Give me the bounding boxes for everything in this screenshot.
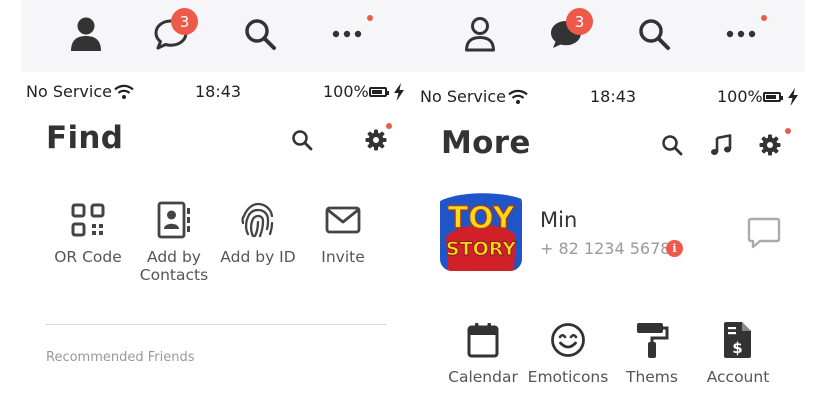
recommended-friends-heading: Recommended Friends — [46, 350, 195, 365]
settings-notification-dot — [785, 128, 791, 134]
music-note-icon — [711, 134, 732, 155]
tab-more[interactable] — [719, 12, 767, 56]
account-button[interactable]: $ Account — [693, 320, 783, 386]
add-by-contacts-button[interactable]: Add by Contacts — [129, 200, 219, 284]
avatar-image: TOY STORY — [440, 191, 522, 271]
avatar-logo-bottom: STORY — [446, 238, 516, 260]
wifi-icon — [114, 84, 134, 99]
clock-text: 18:43 — [195, 82, 242, 101]
search-icon — [662, 135, 683, 156]
contacts-icon — [157, 201, 190, 239]
menu-label: Thems — [625, 368, 678, 386]
status-bar: No Service 18:43 100% — [413, 87, 805, 109]
tab-chats[interactable]: 3 — [544, 8, 593, 56]
top-tab-bar: 3 — [413, 0, 805, 72]
more-notification-dot — [367, 15, 373, 21]
header-search-button[interactable] — [288, 126, 316, 154]
tab-chats[interactable]: 3 — [149, 8, 198, 56]
action-label: OR Code — [54, 248, 122, 266]
page-title: More — [441, 125, 531, 161]
more-screen: 3 No Service 18:43 100% More TOY STORY M… — [413, 0, 805, 413]
paint-roller-icon — [637, 323, 669, 358]
header-music-button[interactable] — [707, 131, 735, 159]
find-screen: 3 No Service 18:43 100% Find OR Code Add… — [21, 0, 413, 413]
battery-percent: 100% — [323, 82, 369, 101]
tab-friends[interactable] — [64, 12, 108, 56]
qr-code-icon — [71, 203, 105, 237]
tab-search[interactable] — [238, 12, 282, 56]
gear-icon — [365, 129, 387, 151]
svg-text:$: $ — [732, 339, 742, 357]
battery-percent: 100% — [717, 87, 763, 106]
action-label: Add by Contacts — [139, 248, 209, 284]
menu-label: Account — [706, 368, 770, 386]
battery-icon — [369, 87, 389, 97]
header-settings-button[interactable] — [362, 123, 392, 154]
clock-text: 18:43 — [590, 87, 637, 106]
charging-bolt-icon — [394, 83, 404, 101]
menu-label: Calendar — [448, 368, 518, 386]
more-notification-dot — [761, 15, 767, 21]
chat-count-badge: 3 — [171, 8, 198, 35]
action-label: Add by ID — [220, 248, 296, 266]
person-outline-icon — [465, 17, 495, 52]
profile-name: Min — [540, 208, 578, 232]
profile-phone: + 82 1234 5678 — [540, 239, 671, 258]
emoticons-button[interactable]: Emoticons — [523, 320, 613, 386]
themes-button[interactable]: Thems — [607, 320, 697, 386]
tab-more[interactable] — [325, 12, 373, 56]
more-dots-icon — [332, 30, 362, 38]
calendar-button[interactable]: Calendar — [438, 320, 528, 386]
action-label: Invite — [321, 248, 365, 266]
avatar[interactable]: TOY STORY — [440, 191, 522, 271]
envelope-icon — [325, 206, 361, 234]
person-filled-icon — [71, 17, 101, 51]
top-tab-bar: 3 — [21, 0, 413, 72]
tab-search[interactable] — [632, 12, 676, 56]
section-divider — [46, 324, 386, 325]
invite-button[interactable]: Invite — [298, 200, 388, 266]
page-title: Find — [46, 120, 124, 156]
fingerprint-icon — [241, 202, 274, 238]
qr-code-button[interactable]: OR Code — [43, 200, 133, 266]
tab-friends[interactable] — [458, 12, 502, 56]
carrier-text: No Service — [420, 87, 506, 106]
wifi-icon — [508, 89, 528, 104]
menu-label: Emoticons — [527, 368, 609, 386]
search-icon — [245, 19, 276, 50]
search-icon — [639, 19, 670, 50]
battery-icon — [763, 92, 783, 102]
search-icon — [292, 130, 313, 151]
info-icon[interactable]: i — [666, 240, 683, 257]
header-search-button[interactable] — [658, 131, 686, 159]
header-settings-button[interactable] — [756, 128, 791, 159]
invoice-icon: $ — [724, 322, 751, 358]
chat-count-badge: 3 — [566, 8, 593, 35]
profile-chat-button[interactable] — [747, 216, 781, 254]
smiley-icon — [551, 323, 585, 357]
more-dots-icon — [726, 30, 756, 38]
gear-icon — [759, 134, 781, 156]
chat-square-icon — [747, 217, 781, 249]
status-bar: No Service 18:43 100% — [21, 82, 413, 104]
settings-notification-dot — [386, 123, 392, 129]
add-by-id-button[interactable]: Add by ID — [213, 200, 303, 266]
carrier-text: No Service — [26, 82, 112, 101]
charging-bolt-icon — [788, 88, 798, 106]
avatar-logo-top: TOY — [448, 201, 516, 236]
calendar-icon — [467, 323, 499, 358]
